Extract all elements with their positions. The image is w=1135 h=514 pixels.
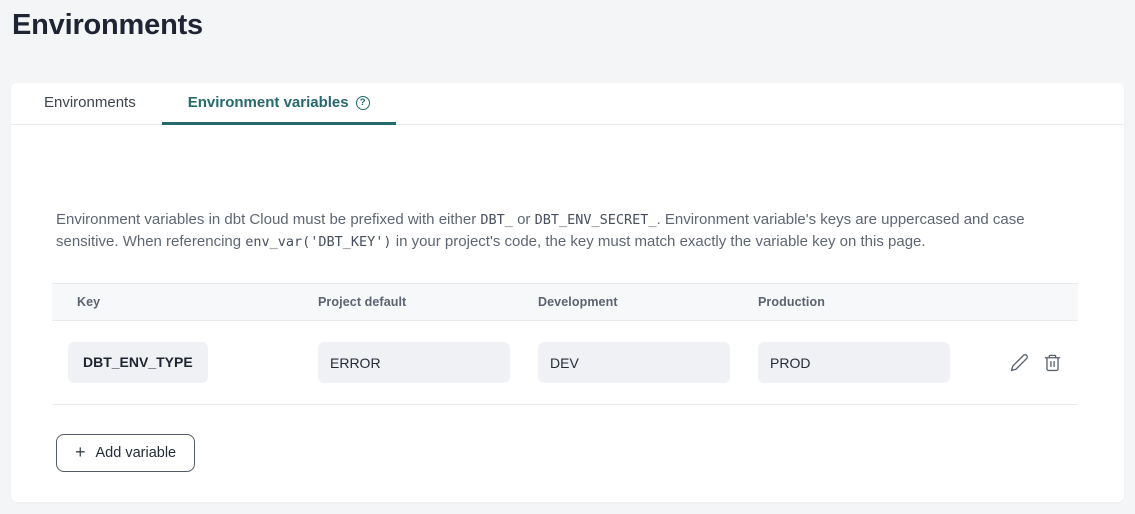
code-dbt-prefix: DBT_ bbox=[480, 212, 513, 228]
column-header-project-default: Project default bbox=[318, 295, 538, 309]
env-vars-table: Key Project default Development Producti… bbox=[52, 283, 1078, 405]
description-text: or bbox=[513, 211, 535, 228]
tab-environments[interactable]: Environments bbox=[18, 83, 162, 125]
production-cell: PROD bbox=[758, 342, 950, 383]
code-env-var-example: env_var('DBT_KEY') bbox=[245, 234, 391, 250]
help-icon[interactable]: ? bbox=[356, 96, 370, 110]
add-variable-button[interactable]: + Add variable bbox=[56, 434, 195, 472]
column-header-development: Development bbox=[538, 295, 758, 309]
env-vars-description: Environment variables in dbt Cloud must … bbox=[56, 209, 1079, 253]
tab-environments-label: Environments bbox=[44, 94, 136, 111]
delete-trash-icon[interactable] bbox=[1043, 353, 1062, 372]
production-value: PROD bbox=[758, 342, 950, 383]
tab-environment-variables-label: Environment variables bbox=[188, 94, 349, 111]
tab-environment-variables[interactable]: Environment variables ? bbox=[162, 83, 396, 125]
page-title: Environments bbox=[12, 8, 1135, 42]
variable-key-badge: DBT_ENV_TYPE bbox=[68, 342, 208, 383]
development-cell: DEV bbox=[538, 342, 758, 383]
plus-icon: + bbox=[75, 443, 86, 461]
column-header-key: Key bbox=[52, 295, 318, 309]
table-row: DBT_ENV_TYPE ERROR DEV PROD bbox=[52, 321, 1078, 405]
column-header-production: Production bbox=[758, 295, 950, 309]
key-cell: DBT_ENV_TYPE bbox=[52, 342, 318, 383]
description-text: Environment variables in dbt Cloud must … bbox=[56, 211, 480, 228]
table-header-row: Key Project default Development Producti… bbox=[52, 283, 1078, 321]
development-value: DEV bbox=[538, 342, 730, 383]
row-actions bbox=[950, 353, 1078, 372]
add-variable-label: Add variable bbox=[96, 445, 177, 461]
project-default-cell: ERROR bbox=[318, 342, 538, 383]
environments-card: Environments Environment variables ? Env… bbox=[11, 83, 1124, 502]
project-default-value: ERROR bbox=[318, 342, 510, 383]
tab-content: Environment variables in dbt Cloud must … bbox=[11, 125, 1124, 502]
description-text: in your project's code, the key must mat… bbox=[392, 233, 926, 250]
code-dbt-env-secret-prefix: DBT_ENV_SECRET_ bbox=[535, 212, 657, 228]
tab-bar: Environments Environment variables ? bbox=[11, 83, 1124, 125]
edit-pencil-icon[interactable] bbox=[1010, 353, 1029, 372]
